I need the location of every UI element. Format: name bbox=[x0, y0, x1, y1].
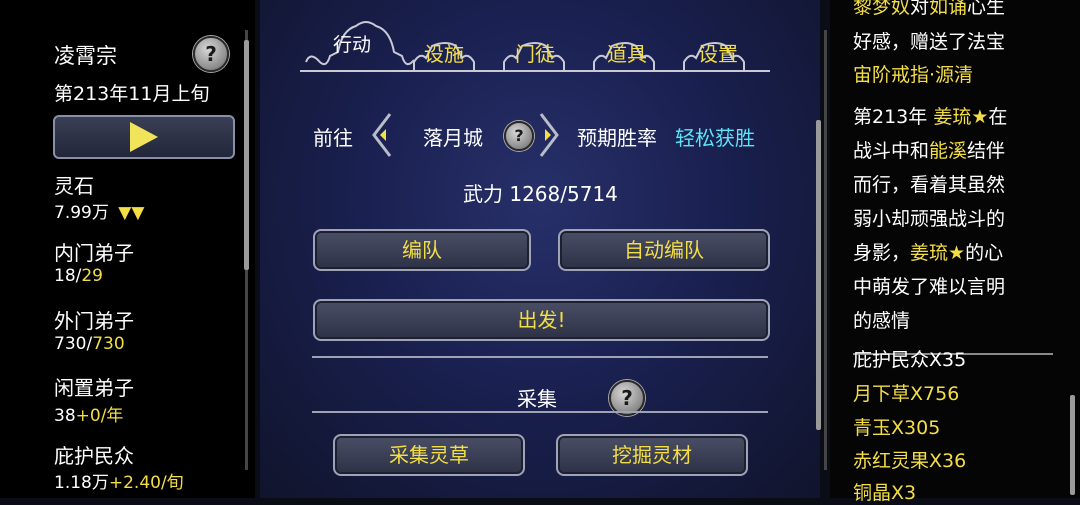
tab-action[interactable]: 行动 bbox=[333, 30, 371, 57]
mine-materials-button[interactable]: 挖掘灵材 bbox=[556, 434, 748, 476]
stat-label-sheltered-people: 庇护民众 bbox=[54, 444, 134, 468]
log-segment: 中萌发了难以言明 bbox=[853, 276, 1006, 298]
stat-label-outer-disciples: 外门弟子 bbox=[54, 309, 134, 333]
help-icon[interactable]: ? bbox=[193, 36, 229, 72]
log-segment: 第213年 bbox=[853, 106, 934, 128]
prev-destination-arrow-icon[interactable] bbox=[366, 110, 394, 160]
log-line: 的感情 bbox=[853, 304, 1053, 338]
log-segment: 心生 bbox=[967, 0, 1006, 18]
resource-item: 赤红灵果X36 bbox=[853, 450, 967, 472]
tab-facilities[interactable]: 设施 bbox=[424, 38, 464, 67]
sect-name: 凌霄宗 bbox=[54, 44, 117, 68]
log-line: 身影，姜琉★的心 bbox=[853, 236, 1053, 270]
goto-label: 前往 bbox=[313, 126, 353, 150]
stat-value-idle-disciples: 38+0/年 bbox=[54, 406, 124, 426]
log-segment: 战斗中和 bbox=[853, 140, 930, 162]
log-line: 好感，赠送了法宝 bbox=[853, 25, 1053, 59]
stat-value-inner-disciples: 18/29 bbox=[54, 266, 103, 286]
right-scrollbar-thumb[interactable] bbox=[1070, 395, 1075, 495]
stat-label-inner-disciples: 内门弟子 bbox=[54, 241, 134, 265]
log-segment: 而行，看着其虽然 bbox=[853, 174, 1006, 196]
section-divider bbox=[312, 356, 768, 358]
stat-value-sheltered-people: 1.18万+2.40/旬 bbox=[54, 473, 184, 493]
left-scrollbar-thumb[interactable] bbox=[244, 40, 249, 270]
log-segment: 在 bbox=[988, 106, 1008, 128]
tab-disciples[interactable]: 门徒 bbox=[515, 38, 555, 67]
auto-formation-button[interactable]: 自动编队 bbox=[558, 229, 770, 271]
sect-status-panel: 凌霄宗 ? 第213年11月上旬 灵石 7.99万 ▼▼ 内门弟子 18/29 … bbox=[0, 0, 255, 498]
log-line: 黎梦奴对如诵心生 bbox=[853, 0, 1053, 24]
formation-button[interactable]: 编队 bbox=[313, 229, 531, 271]
log-line: 宙阶戒指·源清 bbox=[853, 58, 1053, 92]
win-rate-label: 预期胜率 bbox=[577, 126, 657, 150]
log-segment: 姜琉★ bbox=[933, 106, 989, 128]
depart-button[interactable]: 出发! bbox=[313, 299, 770, 341]
resource-item: 月下草X756 bbox=[853, 383, 960, 405]
gather-label: 采集 bbox=[517, 387, 557, 411]
log-line: 战斗中和能溪结伴 bbox=[853, 134, 1053, 168]
log-line: 弱小却顽强战斗的 bbox=[853, 202, 1053, 236]
log-segment: 结伴 bbox=[967, 140, 1006, 162]
log-segment: 姜琉★ bbox=[910, 242, 966, 264]
decrease-arrows-icon: ▼▼ bbox=[118, 203, 145, 223]
log-line: 而行，看着其虽然 bbox=[853, 168, 1053, 202]
next-destination-arrow-icon[interactable] bbox=[537, 110, 565, 160]
log-segment: 身影， bbox=[853, 242, 911, 264]
stat-label-idle-disciples: 闲置弟子 bbox=[54, 376, 134, 400]
tab-settings[interactable]: 设置 bbox=[698, 38, 738, 67]
log-segment: 如诵 bbox=[929, 0, 968, 18]
win-rate-value: 轻松获胜 bbox=[675, 126, 755, 150]
log-segment: 宙阶戒指·源清 bbox=[853, 64, 974, 86]
play-icon bbox=[130, 122, 158, 152]
log-segment: 对 bbox=[910, 0, 930, 18]
log-line: 第213年 姜琉★在 bbox=[853, 100, 1053, 134]
force-power: 武力 1268/5714 bbox=[463, 182, 618, 206]
tab-items[interactable]: 道具 bbox=[607, 38, 647, 67]
gather-divider bbox=[312, 411, 768, 413]
log-segment: 的心 bbox=[965, 242, 1004, 264]
play-button[interactable] bbox=[53, 115, 235, 159]
log-segment: 弱小却顽强战斗的 bbox=[853, 208, 1006, 230]
game-date: 第213年11月上旬 bbox=[54, 83, 210, 105]
resource-item: 庇护民众X35 bbox=[853, 349, 967, 371]
destination-help-icon[interactable]: ? bbox=[504, 121, 534, 151]
gather-herbs-button[interactable]: 采集灵草 bbox=[333, 434, 525, 476]
tab-divider bbox=[300, 70, 770, 72]
stat-label-spirit-stone: 灵石 bbox=[54, 174, 94, 198]
resource-item: 青玉X305 bbox=[853, 417, 941, 439]
destination-name: 落月城 bbox=[423, 126, 483, 150]
resource-item: 铜晶X3 bbox=[853, 482, 917, 504]
log-segment: 好感，赠送了法宝 bbox=[853, 31, 1006, 53]
log-segment: 黎梦奴 bbox=[853, 0, 911, 18]
log-segment: 能溪 bbox=[929, 140, 968, 162]
stat-value-outer-disciples: 730/730 bbox=[54, 334, 125, 354]
log-line: 中萌发了难以言明 bbox=[853, 270, 1053, 304]
center-scrollbar-thumb[interactable] bbox=[816, 120, 821, 430]
log-segment: 的感情 bbox=[853, 310, 911, 332]
center-scroll-track[interactable] bbox=[824, 30, 827, 470]
stat-value-spirit-stone: 7.99万 ▼▼ bbox=[54, 203, 145, 223]
